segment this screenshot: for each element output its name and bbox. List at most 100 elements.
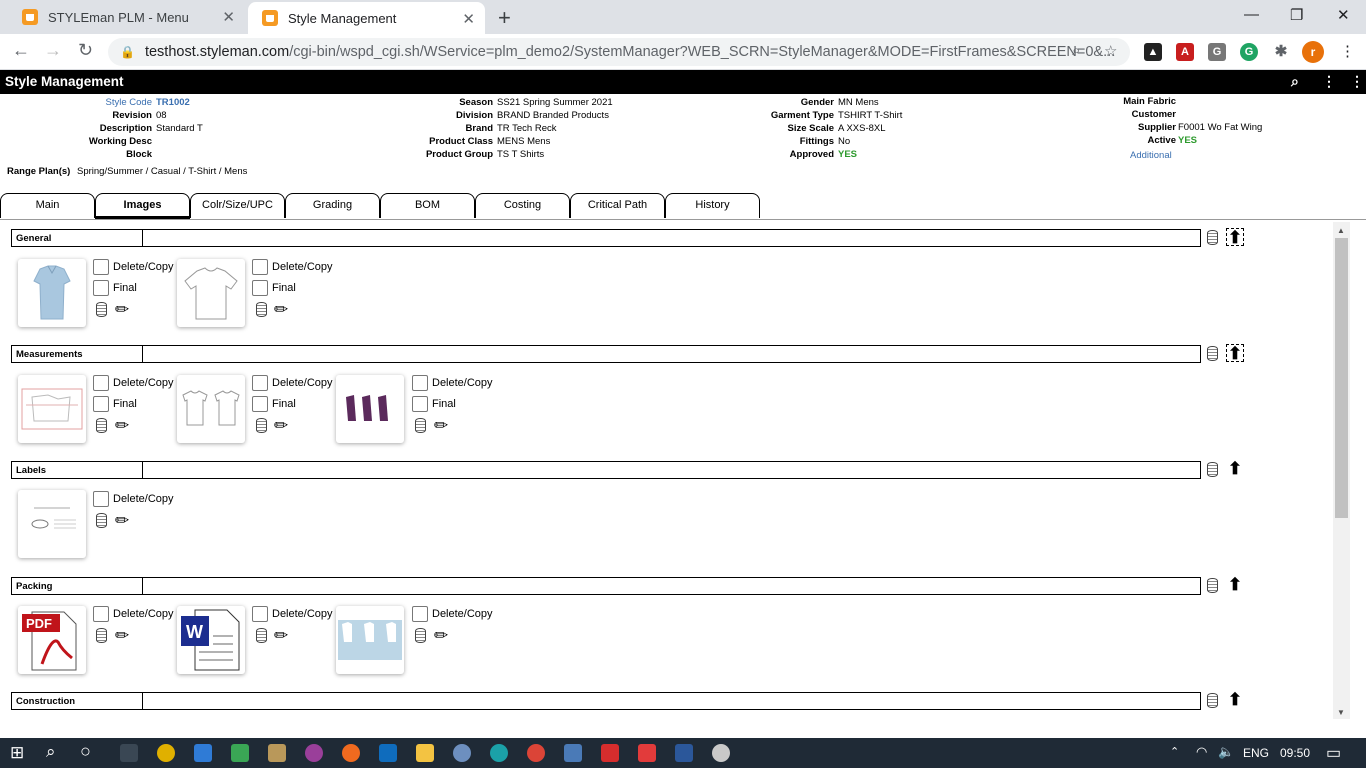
task-view-icon[interactable]: [120, 744, 138, 762]
edit-pencil-icon[interactable]: ✏: [115, 627, 129, 644]
forward-icon[interactable]: →: [44, 40, 62, 61]
edge-icon[interactable]: [490, 744, 508, 762]
back-icon[interactable]: ←: [12, 40, 30, 61]
tab-critical-path[interactable]: Critical Path: [570, 193, 665, 218]
pdf-extension-icon[interactable]: A: [1176, 43, 1194, 61]
grammarly-extension-icon[interactable]: G: [1240, 43, 1258, 61]
windows-start-icon[interactable]: ⊞: [10, 743, 24, 763]
browser-menu-icon[interactable]: ⋮: [1340, 42, 1355, 60]
database-icon[interactable]: [256, 628, 267, 643]
database-icon[interactable]: [1207, 346, 1218, 361]
database-icon[interactable]: [1207, 462, 1218, 477]
database-icon[interactable]: [96, 513, 107, 528]
upload-arrow-icon[interactable]: ⬆: [1226, 344, 1244, 363]
image-thumbnail-label-spec[interactable]: [18, 490, 86, 558]
image-thumbnail-polo[interactable]: [18, 259, 86, 327]
browser-tab-style-management[interactable]: Style Management ✕: [248, 2, 485, 34]
final-checkbox[interactable]: [93, 280, 109, 296]
more-options-icon[interactable]: ⋮: [1350, 73, 1364, 90]
delete-copy-checkbox[interactable]: [252, 259, 268, 275]
minimize-icon[interactable]: —: [1244, 6, 1259, 23]
close-tab-icon[interactable]: ✕: [222, 8, 235, 26]
tab-bom[interactable]: BOM: [380, 193, 475, 218]
edit-pencil-icon[interactable]: ✏: [274, 301, 288, 318]
g-extension-icon[interactable]: G: [1208, 43, 1226, 61]
delete-copy-checkbox[interactable]: [252, 606, 268, 622]
close-tab-icon[interactable]: ✕: [462, 10, 475, 28]
edit-pencil-icon[interactable]: ✏: [115, 417, 129, 434]
extensions-puzzle-icon[interactable]: ✱: [1272, 43, 1290, 61]
final-checkbox[interactable]: [252, 396, 268, 412]
final-checkbox[interactable]: [412, 396, 428, 412]
notifications-icon[interactable]: ▭: [1326, 743, 1341, 763]
new-tab-icon[interactable]: +: [498, 5, 511, 31]
image-thumbnail-tshirt[interactable]: [177, 259, 245, 327]
profile-avatar[interactable]: r: [1302, 41, 1324, 63]
final-checkbox[interactable]: [93, 396, 109, 412]
delete-copy-checkbox[interactable]: [93, 259, 109, 275]
scroll-up-arrow-icon[interactable]: ▲: [1337, 226, 1345, 235]
image-app-icon[interactable]: [268, 744, 286, 762]
globe-app-icon[interactable]: [453, 744, 471, 762]
edit-pencil-icon[interactable]: ✏: [115, 512, 129, 529]
additional-link[interactable]: Additional: [1130, 149, 1172, 162]
window-close-icon[interactable]: ✕: [1337, 6, 1350, 24]
file-thumbnail-pdf[interactable]: PDF: [18, 606, 86, 674]
scroll-down-arrow-icon[interactable]: ▼: [1337, 708, 1345, 717]
upload-arrow-icon[interactable]: ⬆: [1226, 228, 1244, 247]
language-indicator[interactable]: ENG: [1243, 746, 1269, 760]
clock[interactable]: 09:50: [1280, 746, 1310, 760]
delete-copy-checkbox[interactable]: [412, 606, 428, 622]
volume-icon[interactable]: 🔈: [1218, 744, 1234, 760]
edit-pencil-icon[interactable]: ✏: [434, 627, 448, 644]
database-icon[interactable]: [96, 628, 107, 643]
delete-copy-checkbox[interactable]: [93, 375, 109, 391]
delete-copy-checkbox[interactable]: [412, 375, 428, 391]
edit-pencil-icon[interactable]: ✏: [274, 627, 288, 644]
vivaldi-2-icon[interactable]: [638, 744, 656, 762]
database-icon[interactable]: [256, 418, 267, 433]
tab-grading[interactable]: Grading: [285, 193, 380, 218]
word-icon[interactable]: [675, 744, 693, 762]
address-bar[interactable]: 🔒 testhost.styleman.com/cgi-bin/wspd_cgi…: [108, 38, 1130, 66]
final-checkbox[interactable]: [252, 280, 268, 296]
database-icon[interactable]: [1207, 693, 1218, 708]
more-menu-icon[interactable]: ⋮: [1322, 73, 1336, 90]
delete-copy-checkbox[interactable]: [93, 491, 109, 507]
database-icon[interactable]: [1207, 230, 1218, 245]
reload-icon[interactable]: ↻: [78, 40, 93, 61]
image-thumbnail-fit-forms[interactable]: [336, 375, 404, 443]
search-icon[interactable]: ⌕: [46, 742, 56, 762]
zoom-search-icon[interactable]: ⌕: [1072, 42, 1080, 59]
chrome-canary-icon[interactable]: [157, 744, 175, 762]
upload-arrow-icon[interactable]: ⬆: [1226, 576, 1244, 594]
outlook-icon[interactable]: [379, 744, 397, 762]
nx-app-icon[interactable]: [194, 744, 212, 762]
purple-app-icon[interactable]: [305, 744, 323, 762]
tab-costing[interactable]: Costing: [475, 193, 570, 218]
tab-images[interactable]: Images: [95, 193, 190, 219]
tab-main[interactable]: Main: [0, 193, 95, 218]
edit-pencil-icon[interactable]: ✏: [434, 417, 448, 434]
bookmark-star-icon[interactable]: ☆: [1104, 42, 1117, 60]
image-thumbnail-measurement-sheet[interactable]: [18, 375, 86, 443]
upload-arrow-icon[interactable]: ⬆: [1226, 691, 1244, 709]
database-icon[interactable]: [256, 302, 267, 317]
network-app-icon[interactable]: [231, 744, 249, 762]
delete-copy-checkbox[interactable]: [252, 375, 268, 391]
database-icon[interactable]: [415, 628, 426, 643]
file-thumbnail-word[interactable]: W: [177, 606, 245, 674]
database-icon[interactable]: [96, 418, 107, 433]
database-icon[interactable]: [96, 302, 107, 317]
cortana-icon[interactable]: ○: [80, 741, 91, 762]
wifi-icon[interactable]: ◠: [1196, 744, 1207, 760]
restore-icon[interactable]: ❐: [1290, 6, 1303, 24]
scrollbar-thumb[interactable]: [1335, 238, 1348, 518]
fox-extension-icon[interactable]: ▲: [1144, 43, 1162, 61]
database-icon[interactable]: [415, 418, 426, 433]
vivaldi-icon[interactable]: [601, 744, 619, 762]
remote-desktop-icon[interactable]: [564, 744, 582, 762]
image-thumbnail-packing[interactable]: [336, 606, 404, 674]
tab-history[interactable]: History: [665, 193, 760, 218]
misc-app-icon[interactable]: [712, 744, 730, 762]
